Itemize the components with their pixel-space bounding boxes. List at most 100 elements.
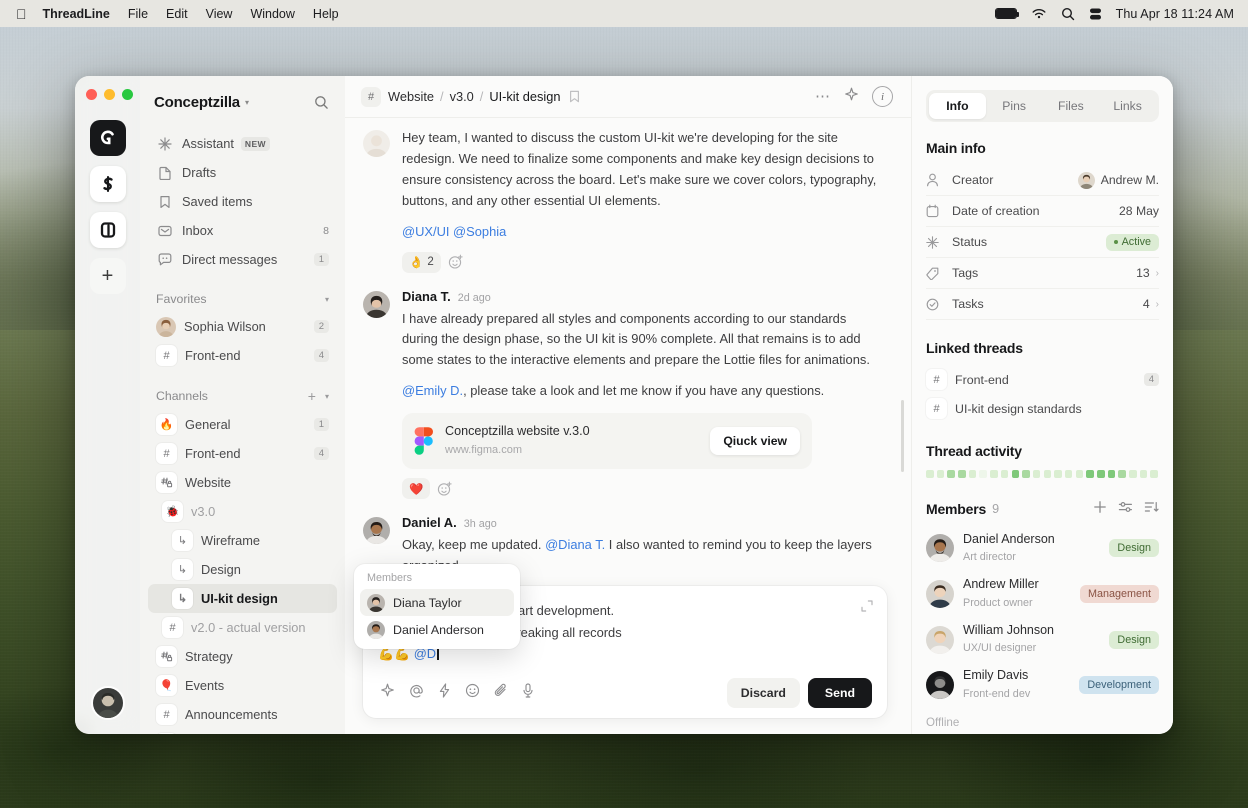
- sidebar-item-events[interactable]: 🎈 Events: [148, 671, 337, 700]
- quick-view-button[interactable]: Qiuck view: [710, 427, 800, 456]
- info-row-status[interactable]: Status Active: [926, 227, 1159, 258]
- menu-item-view[interactable]: View: [206, 7, 233, 21]
- info-row-creator[interactable]: Creator Andrew M.: [926, 165, 1159, 196]
- menu-item-window[interactable]: Window: [250, 7, 294, 21]
- chevron-down-icon[interactable]: ▾: [245, 98, 249, 107]
- channels-section-header[interactable]: Channels + ▾: [140, 388, 345, 404]
- sidebar-item-front-end-fav[interactable]: # Front-end 4: [148, 341, 337, 370]
- breadcrumb-mid[interactable]: v3.0: [450, 89, 474, 104]
- chevron-right-icon[interactable]: ›: [1156, 268, 1159, 279]
- workspace-header[interactable]: Conceptzilla ▾: [140, 94, 345, 111]
- member-row-william-johnson[interactable]: William Johnson UX/UI designer Design: [926, 617, 1159, 663]
- avatar[interactable]: [363, 517, 390, 545]
- linked-thread-front-end[interactable]: # Front-end 4: [926, 365, 1159, 394]
- discard-button[interactable]: Discard: [726, 678, 800, 708]
- sidebar-item-strategy[interactable]: Strategy: [148, 642, 337, 671]
- chevron-right-icon[interactable]: ›: [1156, 299, 1159, 310]
- sidebar-item-ui-ux[interactable]: # UI/UX 2: [148, 729, 337, 734]
- avatar[interactable]: [90, 686, 125, 720]
- sidebar-item-wireframe[interactable]: ↳ Wireframe: [148, 526, 337, 555]
- microphone-icon[interactable]: [522, 683, 534, 703]
- tab-info[interactable]: Info: [929, 93, 986, 119]
- info-icon[interactable]: i: [872, 86, 893, 107]
- add-reaction-icon[interactable]: [448, 254, 464, 270]
- lightning-icon[interactable]: [438, 683, 451, 703]
- reaction-chip[interactable]: 👌 2: [402, 251, 441, 273]
- mention-option-diana-taylor[interactable]: Diana Taylor: [360, 589, 514, 616]
- control-center-icon[interactable]: [1089, 7, 1102, 21]
- mention-link[interactable]: @UX/UI @Sophia: [402, 224, 506, 239]
- search-icon[interactable]: [1061, 7, 1075, 21]
- sidebar-item-direct-messages[interactable]: Direct messages 1: [148, 245, 337, 274]
- menu-item-file[interactable]: File: [128, 7, 148, 21]
- breadcrumb-root[interactable]: Website: [388, 89, 434, 104]
- battery-icon[interactable]: [994, 8, 1020, 19]
- sidebar-item-announcements[interactable]: # Announcements: [148, 700, 337, 729]
- sidebar-item-general[interactable]: 🔥 General 1: [148, 410, 337, 439]
- message-list[interactable]: Hey team, I wanted to discuss the custom…: [345, 118, 911, 586]
- apple-logo-icon[interactable]: : [16, 7, 27, 21]
- maximize-window-button[interactable]: [122, 89, 133, 100]
- chevron-down-icon[interactable]: ▾: [325, 295, 329, 304]
- tab-files[interactable]: Files: [1043, 93, 1100, 119]
- workspace-icon-third[interactable]: [89, 212, 126, 248]
- expand-icon[interactable]: [861, 599, 873, 617]
- sidebar-item-drafts[interactable]: Drafts: [148, 158, 337, 187]
- linked-thread-ui-kit-design-standards[interactable]: # UI-kit design standards: [926, 394, 1159, 423]
- avatar[interactable]: [363, 290, 390, 318]
- sidebar-item-ui-kit-design[interactable]: ↳ UI-kit design: [148, 584, 337, 613]
- filter-icon[interactable]: [1118, 500, 1133, 519]
- mention-link[interactable]: @Diana T.: [545, 537, 605, 552]
- search-icon[interactable]: [314, 95, 329, 110]
- sparkle-icon[interactable]: [844, 87, 859, 107]
- add-workspace-button[interactable]: +: [89, 258, 126, 294]
- sidebar-item-inbox[interactable]: Inbox 8: [148, 216, 337, 245]
- sidebar-item-v3[interactable]: 🐞 v3.0: [148, 497, 337, 526]
- workspace-icon-second[interactable]: [89, 166, 126, 202]
- info-row-date-of-creation[interactable]: Date of creation 28 May: [926, 196, 1159, 227]
- menu-clock[interactable]: Thu Apr 18 11:24 AM: [1116, 7, 1234, 21]
- sidebar-item-front-end[interactable]: # Front-end 4: [148, 439, 337, 468]
- mention-option-daniel-anderson[interactable]: Daniel Anderson: [360, 616, 514, 643]
- sparkle-icon[interactable]: [380, 683, 395, 703]
- activity-square: [1075, 470, 1084, 478]
- sidebar-item-website[interactable]: Website: [148, 468, 337, 497]
- sidebar-item-sophia-wilson[interactable]: Sophia Wilson 2: [148, 312, 337, 341]
- sort-icon[interactable]: [1144, 500, 1159, 519]
- emoji-icon[interactable]: [465, 683, 480, 703]
- sidebar-item-saved-items[interactable]: Saved items: [148, 187, 337, 216]
- favorites-section-header[interactable]: Favorites ▾: [140, 292, 345, 306]
- attachment-icon[interactable]: [494, 683, 508, 703]
- bookmark-icon[interactable]: [569, 90, 580, 103]
- add-member-icon[interactable]: [1093, 500, 1107, 519]
- info-row-tags[interactable]: Tags 13 ›: [926, 258, 1159, 289]
- minimize-window-button[interactable]: [104, 89, 115, 100]
- close-window-button[interactable]: [86, 89, 97, 100]
- member-row-daniel-anderson[interactable]: Daniel Anderson Art director Design: [926, 526, 1159, 572]
- reaction-chip[interactable]: ❤️: [402, 478, 431, 500]
- chevron-down-icon[interactable]: ▾: [325, 392, 329, 401]
- tab-pins[interactable]: Pins: [986, 93, 1043, 119]
- menu-item-help[interactable]: Help: [313, 7, 339, 21]
- member-row-andrew-miller[interactable]: Andrew Miller Product owner Management: [926, 571, 1159, 617]
- mention-link[interactable]: @Emily D.: [402, 383, 463, 398]
- mention-icon[interactable]: [409, 683, 424, 703]
- menu-item-edit[interactable]: Edit: [166, 7, 188, 21]
- menu-app-name[interactable]: ThreadLine: [43, 7, 110, 21]
- more-icon[interactable]: ⋯: [815, 89, 831, 104]
- avatar[interactable]: [363, 130, 390, 157]
- sidebar-item-v2-actual-version[interactable]: # v2.0 - actual version: [148, 613, 337, 642]
- add-channel-button[interactable]: +: [308, 388, 316, 404]
- sidebar-item-design[interactable]: ↳ Design: [148, 555, 337, 584]
- sidebar-item-assistant[interactable]: Assistant NEW: [148, 129, 337, 158]
- info-row-tasks[interactable]: Tasks 4 ›: [926, 289, 1159, 320]
- member-row-emily-davis[interactable]: Emily Davis Front-end dev Development: [926, 662, 1159, 708]
- add-reaction-icon[interactable]: [437, 481, 453, 497]
- link-preview-card[interactable]: Conceptzilla website v.3.0 www.figma.com…: [402, 413, 812, 470]
- tab-links[interactable]: Links: [1099, 93, 1156, 119]
- wifi-icon[interactable]: [1031, 8, 1047, 20]
- send-button[interactable]: Send: [807, 678, 872, 708]
- message-scrollbar[interactable]: [900, 400, 904, 472]
- workspace-icon-conceptzilla[interactable]: [89, 120, 126, 156]
- mention-autocomplete-popup[interactable]: Members Diana Taylor Daniel Anderson: [354, 564, 520, 649]
